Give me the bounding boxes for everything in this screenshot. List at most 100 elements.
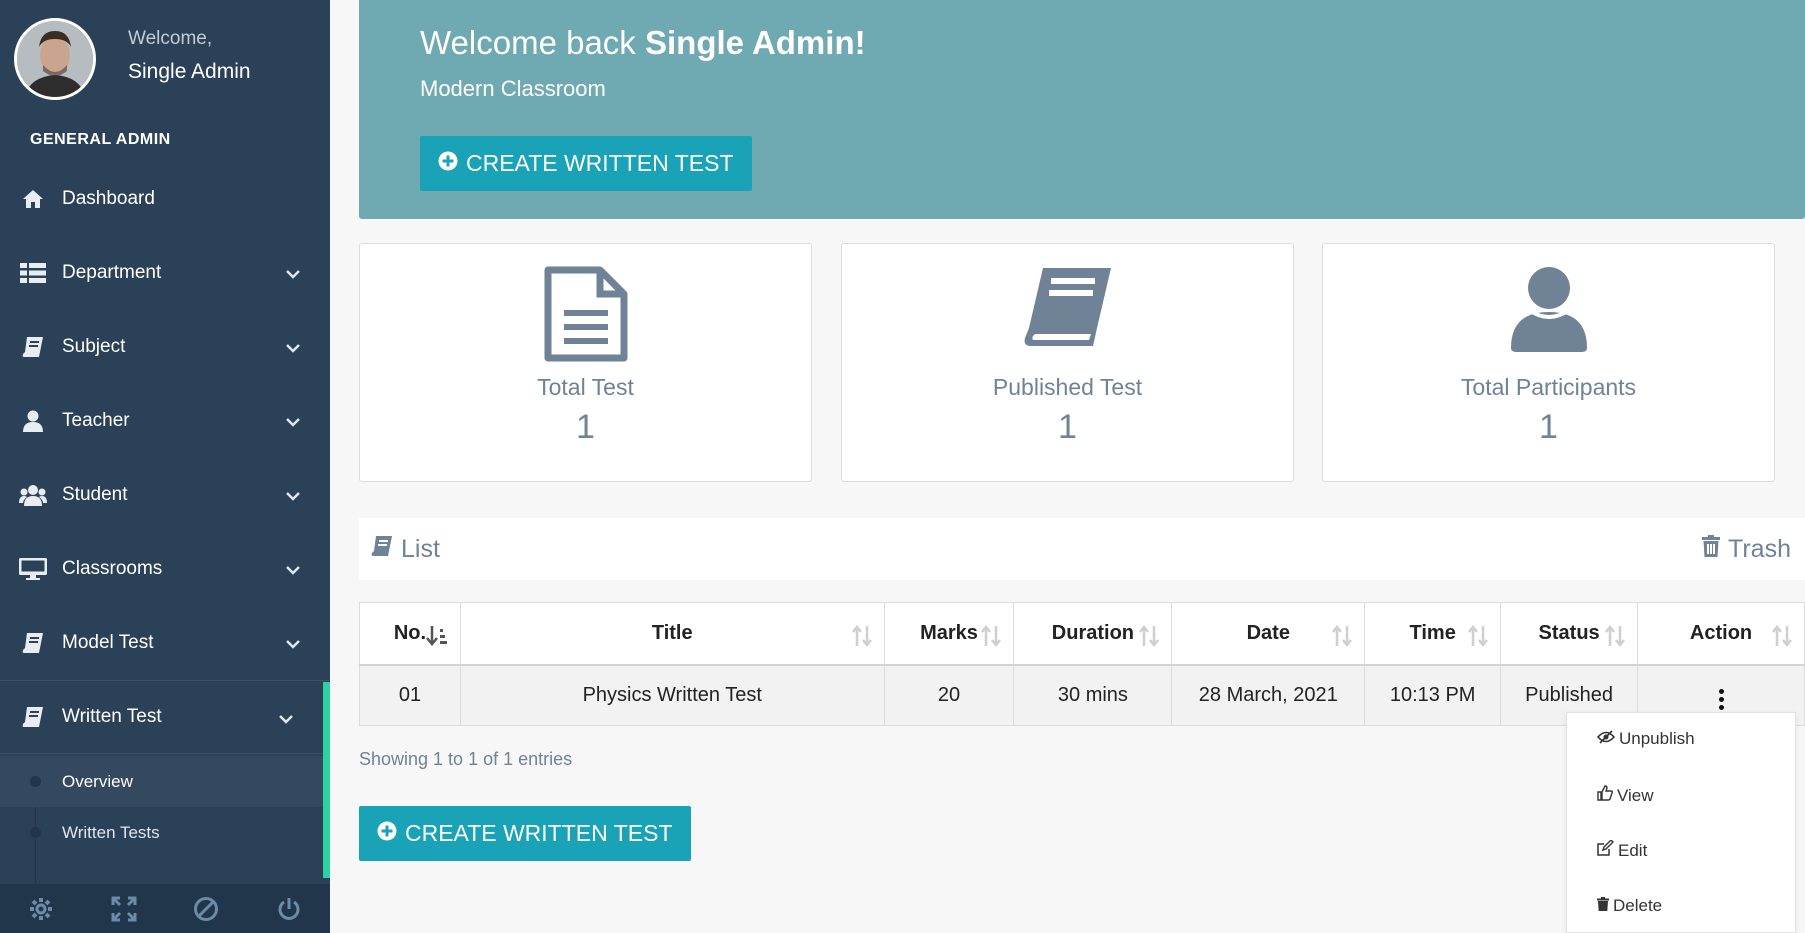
book-icon — [371, 535, 393, 564]
column-header-time[interactable]: Time — [1364, 602, 1502, 666]
sidebar-footer — [0, 884, 330, 933]
active-indicator — [323, 682, 330, 878]
sidebar-item-model-test[interactable]: Model Test — [0, 606, 330, 680]
menu-item-unpublish[interactable]: Unpublish — [1596, 729, 1695, 749]
subnav-item-written-tests[interactable]: Written Tests — [0, 807, 323, 858]
column-header-date[interactable]: Date — [1171, 602, 1366, 666]
power-icon[interactable] — [273, 893, 305, 925]
list-header: List Trash — [359, 518, 1805, 580]
chevron-down-icon — [279, 711, 293, 729]
sort-icon — [851, 624, 872, 653]
home-icon — [18, 187, 48, 211]
plus-circle-icon — [377, 820, 397, 847]
chevron-down-icon — [286, 636, 300, 654]
users-icon — [18, 483, 48, 507]
sort-icon — [1468, 624, 1489, 653]
create-written-test-button-bottom[interactable]: CREATE WRITTEN TEST — [359, 806, 691, 861]
stat-value: 1 — [1539, 408, 1558, 446]
user-icon — [18, 409, 48, 433]
welcome-heading: Welcome back Single Admin! — [420, 24, 866, 61]
subnav-item-overview[interactable]: Overview — [0, 756, 323, 807]
sidebar-item-teacher[interactable]: Teacher — [0, 384, 330, 458]
main-content: Welcome back Single Admin! Modern Classr… — [330, 0, 1805, 933]
list-icon — [18, 261, 48, 285]
sort-icon — [1605, 624, 1626, 653]
sort-icon — [1332, 624, 1353, 653]
column-header-duration[interactable]: Duration — [1013, 602, 1173, 666]
sort-asc-icon — [425, 625, 448, 653]
book-icon — [18, 705, 48, 729]
sort-icon — [1139, 624, 1160, 653]
edit-icon — [1597, 839, 1614, 861]
user-name: Single Admin — [128, 60, 251, 83]
role-label: GENERAL ADMIN — [30, 131, 171, 148]
sidebar-item-label: Classrooms — [62, 558, 163, 579]
book-icon — [18, 631, 48, 655]
written-tests-table: No. Title Marks Duration Date Time Statu… — [359, 602, 1805, 726]
sort-icon — [981, 624, 1002, 653]
fullscreen-icon[interactable] — [108, 893, 140, 925]
thumbs-up-icon — [1597, 785, 1614, 806]
sidebar-item-label: Student — [62, 484, 128, 505]
sidebar-item-classrooms[interactable]: Classrooms — [0, 532, 330, 606]
cell-marks: 20 — [883, 664, 1015, 726]
table-header-row: No. Title Marks Duration Date Time Statu… — [359, 602, 1805, 666]
kebab-menu-icon[interactable] — [1713, 685, 1730, 714]
stat-total-participants: Total Participants 1 — [1322, 243, 1775, 482]
sidebar-item-label: Subject — [62, 336, 126, 357]
column-header-action[interactable]: Action — [1637, 602, 1805, 666]
stat-label: Total Test — [537, 374, 634, 400]
gear-icon[interactable] — [25, 893, 57, 925]
plus-circle-icon — [438, 150, 458, 177]
sidebar-item-label: Model Test — [62, 632, 154, 653]
sidebar-nav: Dashboard Department Subject Teacher Stu… — [0, 162, 330, 754]
sort-icon — [1772, 624, 1792, 653]
welcome-banner: Welcome back Single Admin! Modern Classr… — [359, 0, 1805, 219]
menu-item-delete[interactable]: Delete — [1597, 896, 1662, 916]
column-header-title[interactable]: Title — [459, 602, 885, 666]
create-written-test-button[interactable]: CREATE WRITTEN TEST — [420, 136, 752, 191]
sidebar-item-subject[interactable]: Subject — [0, 310, 330, 384]
menu-item-view[interactable]: View — [1597, 785, 1654, 806]
action-dropdown-menu: Unpublish View Edit Delete — [1566, 712, 1796, 933]
cell-no: 01 — [359, 664, 461, 726]
sidebar: Welcome, Single Admin GENERAL ADMIN Dash… — [0, 0, 330, 933]
column-header-status[interactable]: Status — [1500, 602, 1639, 666]
welcome-subtitle: Modern Classroom — [420, 76, 606, 101]
subnav-dot — [30, 827, 41, 838]
written-test-subnav: Overview Written Tests — [0, 756, 323, 858]
stat-total-test: Total Test 1 — [359, 243, 812, 482]
sidebar-item-label: Department — [62, 262, 162, 283]
eye-slash-icon — [1596, 729, 1616, 749]
sidebar-item-department[interactable]: Department — [0, 236, 330, 310]
welcome-text: Welcome, — [128, 28, 213, 49]
trash-button[interactable]: Trash — [1702, 535, 1791, 564]
book-icon — [18, 335, 48, 359]
column-header-marks[interactable]: Marks — [883, 602, 1015, 666]
cell-time: 10:13 PM — [1364, 664, 1502, 726]
stat-value: 1 — [576, 408, 595, 446]
sidebar-item-student[interactable]: Student — [0, 458, 330, 532]
list-title: List — [371, 535, 440, 564]
column-header-no[interactable]: No. — [359, 602, 461, 666]
sidebar-item-written-test[interactable]: Written Test — [0, 680, 330, 754]
stat-value: 1 — [1058, 408, 1077, 446]
avatar[interactable] — [14, 18, 96, 100]
book-icon — [1023, 266, 1113, 355]
stat-published-test: Published Test 1 — [841, 243, 1294, 482]
cell-title: Physics Written Test — [459, 664, 885, 726]
sidebar-item-label: Dashboard — [62, 188, 155, 209]
sidebar-item-label: Written Test — [62, 706, 162, 727]
chevron-down-icon — [286, 562, 300, 580]
subnav-dot — [30, 776, 41, 787]
menu-item-edit[interactable]: Edit — [1597, 839, 1647, 861]
sidebar-item-dashboard[interactable]: Dashboard — [0, 162, 330, 236]
ban-icon[interactable] — [190, 893, 222, 925]
subnav-label: Written Tests — [62, 822, 160, 842]
cell-duration: 30 mins — [1013, 664, 1173, 726]
user-icon — [1510, 266, 1587, 357]
chevron-down-icon — [286, 414, 300, 432]
stat-label: Total Participants — [1460, 374, 1637, 400]
chevron-down-icon — [286, 266, 300, 284]
chevron-down-icon — [286, 488, 300, 506]
